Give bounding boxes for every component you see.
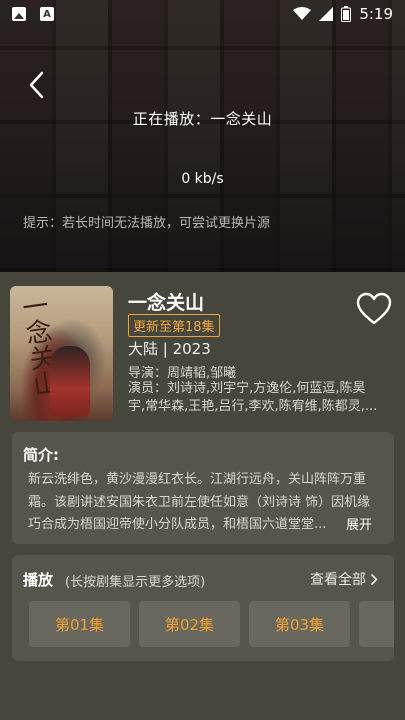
poster-image: 一念关山 (10, 286, 113, 421)
chevron-left-icon (29, 71, 44, 99)
chevron-right-icon (370, 573, 378, 585)
episode-button-03[interactable]: 第03集 (249, 601, 350, 647)
view-all-label: 查看全部 (310, 572, 366, 588)
status-bar: A 5:19 (0, 0, 405, 28)
wifi-icon (293, 7, 312, 20)
region-year: 大陆 | 2023 (128, 340, 211, 358)
actors-text: 演员：刘诗诗,刘宇宁,方逸伦,何蓝逗,陈昊宇,常华森,王艳,吕行,李欢,陈宥维,… (128, 381, 378, 414)
download-speed: 0 kb/s (181, 171, 224, 187)
video-player[interactable]: A 5:19 正在播放：一念关山 0 kb/s 提示：若长时间无法播放，可尝试更… (0, 0, 405, 272)
episode-button-02[interactable]: 第02集 (139, 601, 240, 647)
view-all-button[interactable]: 查看全部 (310, 569, 378, 589)
playback-hint: 提示：若长时间无法播放，可尝试更换片源 (23, 216, 271, 231)
show-detail: 一念关山 一念关山 更新至第18集 大陆 | 2023 导演：周靖韬,邹曦 演员… (0, 272, 405, 720)
play-subtitle: (长按剧集显示更多选项) (65, 575, 206, 590)
clock: 5:19 (359, 5, 393, 23)
play-title: 播放 (23, 571, 54, 589)
photo-icon (12, 7, 26, 21)
poster-figure (50, 346, 90, 416)
director-text: 导演：周靖韬,邹曦 (128, 366, 237, 381)
battery-icon (341, 6, 352, 22)
back-button[interactable] (22, 70, 50, 100)
expand-button[interactable]: 展开 (342, 514, 373, 533)
update-badge: 更新至第18集 (128, 314, 220, 337)
heart-icon (356, 292, 392, 325)
intro-text: 新云洗绯色，黄沙漫漫红衣长。江湖行远舟，关山阵阵万重霜。该剧讲述安国朱衣卫前左使… (28, 472, 371, 532)
episode-list: 第01集 第02集 第03集 (29, 601, 394, 647)
play-card: 播放 (长按剧集显示更多选项) 查看全部 第01集 第02集 第03集 (12, 555, 394, 661)
intro-card: 简介: 新云洗绯色，黄沙漫漫红衣长。江湖行远舟，关山阵阵万重霜。该剧讲述安国朱衣… (12, 432, 394, 544)
show-title: 一念关山 (128, 292, 205, 314)
signal-icon (319, 7, 334, 21)
a-icon: A (40, 7, 54, 21)
intro-title: 简介: (23, 446, 59, 464)
episode-button-04[interactable] (359, 601, 394, 647)
episode-button-01[interactable]: 第01集 (29, 601, 130, 647)
favorite-button[interactable] (356, 292, 392, 326)
now-playing-title: 正在播放：一念关山 (132, 110, 273, 128)
